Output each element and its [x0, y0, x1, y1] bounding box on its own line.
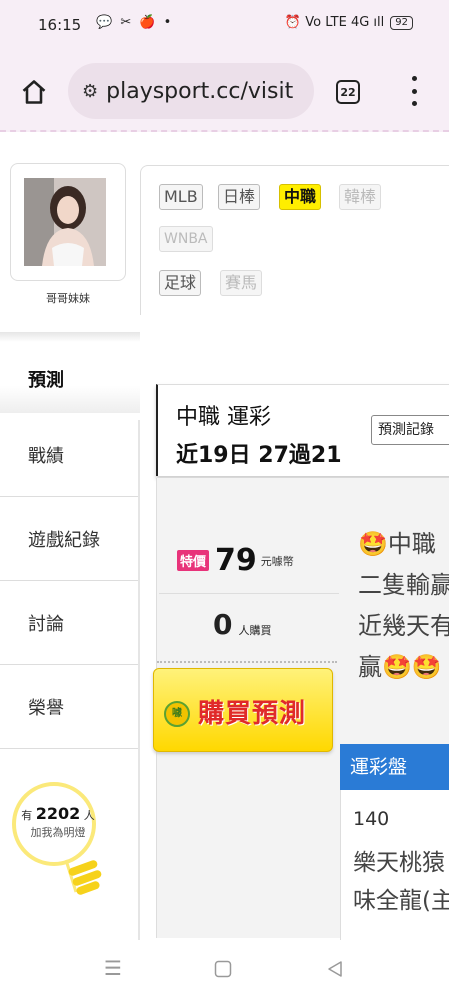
- tab-switcher-button[interactable]: 22: [336, 80, 360, 104]
- odds-header: 運彩盤: [340, 744, 449, 790]
- league-tag-wnba[interactable]: WNBA: [159, 226, 213, 252]
- browser-toolbar: ⚙ playsport.cc/visit 22: [0, 50, 449, 132]
- prediction-history-button[interactable]: 預測記錄: [371, 415, 449, 445]
- left-menu: 預測 戰績 遊戲紀錄 討論 榮譽: [0, 345, 140, 749]
- description-line: 二隻輸贏: [358, 571, 449, 599]
- avatar-image: [24, 178, 106, 266]
- lightbulb-icon: [12, 782, 102, 895]
- league-tag-kbo[interactable]: 韓棒: [339, 184, 382, 210]
- home-nav-icon[interactable]: [214, 960, 232, 978]
- profile-name[interactable]: 哥哥妹妹: [10, 290, 126, 306]
- coin-icon: 噱: [164, 701, 190, 727]
- prediction-header: 中職 運彩 近19日 27過21 預測記錄: [156, 384, 449, 476]
- status-right: ⏰ Vo LTE 4G ıll 92: [285, 15, 413, 30]
- status-time: 16:15: [38, 16, 82, 34]
- buyers-unit: 人購買: [238, 624, 272, 637]
- battery-icon: 92: [390, 15, 413, 30]
- buy-prediction-button[interactable]: 噱 購買預測: [153, 668, 333, 752]
- game-number: 140: [353, 808, 390, 830]
- signal-icons: ⏰ Vo LTE 4G ıll: [284, 15, 385, 30]
- avatar[interactable]: [10, 163, 126, 281]
- price-unit: 元噱幣: [260, 554, 294, 568]
- description-line: 贏🤩🤩: [358, 653, 442, 681]
- fans-subtitle: 加我為明燈: [30, 826, 86, 839]
- fans-lightbulb[interactable]: 有 2202 人 加我為明燈: [10, 780, 106, 900]
- team-names: 樂天桃猿 味全龍(主: [353, 844, 449, 920]
- prediction-description: 🤩中職 二隻輸贏 近幾天有 贏🤩🤩: [358, 524, 449, 688]
- prediction-title: 中職 運彩: [176, 405, 271, 430]
- status-bar: 16:15 💬 ✂ 🍎 • ⏰ Vo LTE 4G ıll 92: [0, 0, 449, 50]
- team-line: 樂天桃猿: [353, 850, 445, 876]
- back-icon[interactable]: [326, 960, 344, 978]
- odds-body: 140 樂天桃猿 味全龍(主: [340, 790, 449, 940]
- url-text: playsport.cc/visit: [106, 78, 294, 104]
- fans-number: 2202: [35, 804, 81, 823]
- league-tags: MLB 日棒 中職 韓棒 WNBA 足球 賽馬: [140, 165, 449, 315]
- menu-item-discussion[interactable]: 討論: [0, 581, 140, 665]
- league-tag-cpbl[interactable]: 中職: [279, 184, 322, 210]
- divider: [159, 593, 339, 594]
- league-tag-mlb[interactable]: MLB: [159, 184, 203, 210]
- menu-item-record[interactable]: 戰績: [0, 413, 140, 497]
- column-divider: [138, 420, 140, 940]
- fans-count: 有 2202 人: [10, 804, 106, 823]
- league-tag-soccer[interactable]: 足球: [159, 270, 202, 296]
- description-line: 近幾天有: [358, 612, 449, 640]
- menu-item-predictions[interactable]: 預測: [0, 345, 140, 413]
- buyers-number: 0: [213, 608, 233, 641]
- left-divider-shadow: [0, 332, 140, 342]
- system-nav-bar: ☰: [0, 940, 449, 1000]
- recent-apps-icon[interactable]: ☰: [104, 956, 122, 980]
- league-tag-npb[interactable]: 日棒: [218, 184, 261, 210]
- site-settings-icon[interactable]: ⚙: [82, 81, 98, 102]
- team-line: 味全龍(主: [353, 888, 449, 914]
- buyers-count: 0 人購買: [213, 608, 271, 641]
- buy-prediction-label: 購買預測: [198, 699, 307, 729]
- fans-suffix: 人: [83, 809, 95, 822]
- price-value: 79: [215, 543, 257, 578]
- notification-icons: 💬 ✂ 🍎 •: [96, 15, 174, 30]
- menu-item-game-log[interactable]: 遊戲紀錄: [0, 497, 140, 581]
- home-icon[interactable]: [20, 78, 48, 106]
- fans-prefix: 有: [21, 809, 33, 822]
- dotted-divider: [157, 661, 337, 663]
- overflow-menu-icon[interactable]: [406, 76, 422, 106]
- page: 16:15 💬 ✂ 🍎 • ⏰ Vo LTE 4G ıll 92 ⚙ plays…: [0, 0, 449, 1000]
- price-row: 特價 79 元噱幣: [177, 543, 294, 578]
- address-bar[interactable]: ⚙ playsport.cc/visit: [68, 63, 314, 119]
- league-tag-horse-racing[interactable]: 賽馬: [220, 270, 263, 296]
- menu-item-honors[interactable]: 榮譽: [0, 665, 140, 749]
- special-badge: 特價: [177, 550, 210, 571]
- prediction-record: 近19日 27過21: [176, 443, 342, 468]
- description-line: 🤩中職: [358, 530, 436, 558]
